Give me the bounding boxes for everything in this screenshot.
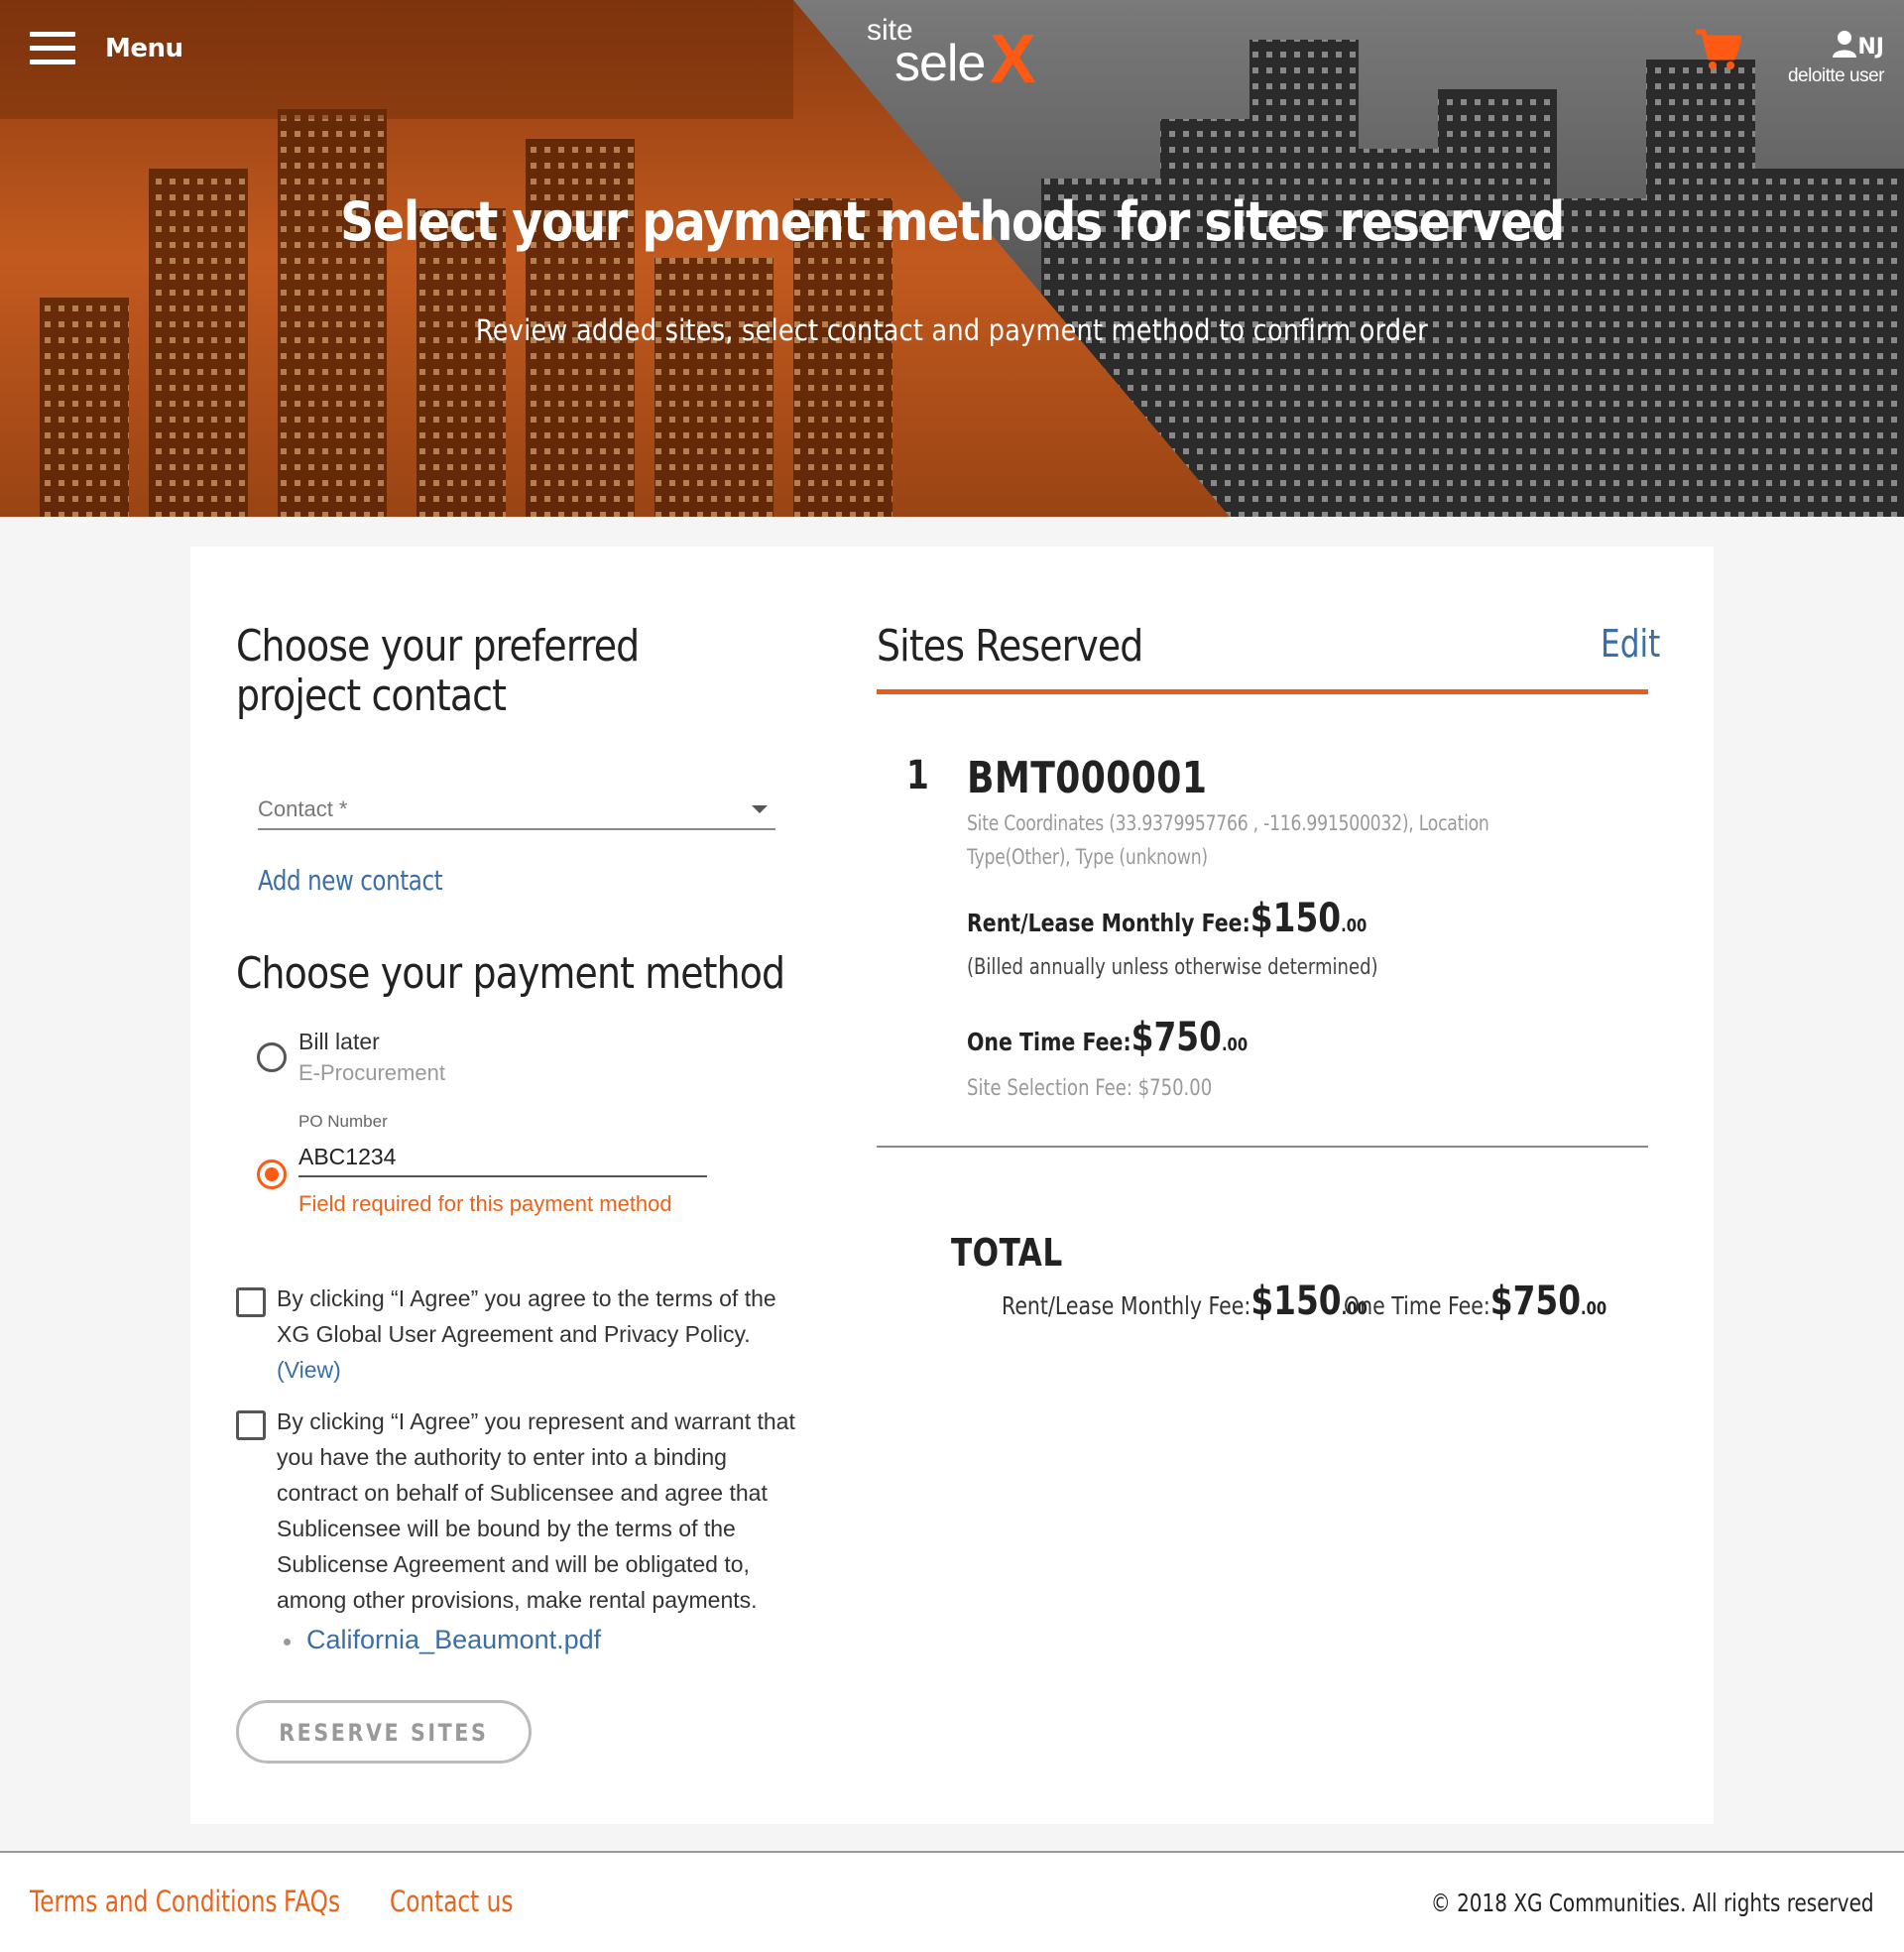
monthly-fee-label: Rent/Lease Monthly Fee: — [967, 909, 1250, 937]
add-new-contact-link[interactable]: Add new contact — [258, 864, 443, 897]
e-procurement-label: E-Procurement — [298, 1060, 445, 1085]
copyright-text: © 2018 XG Communities. All rights reserv… — [1431, 1889, 1874, 1917]
contact-heading: Choose your preferred project contact — [236, 621, 640, 721]
agree-sublicense-text: By clicking “I Agree” you represent and … — [277, 1408, 795, 1613]
po-number-radio[interactable] — [257, 1159, 287, 1189]
view-agreement-link[interactable]: (View) — [277, 1357, 341, 1383]
site-id: BMT000001 — [967, 753, 1208, 803]
reserve-sites-button[interactable]: RESERVE SITES — [236, 1700, 532, 1764]
onetime-fee-label: One Time Fee: — [967, 1028, 1131, 1056]
terms-link[interactable]: Terms and Conditions — [30, 1885, 278, 1918]
po-number-label: PO Number — [298, 1112, 388, 1131]
page-title: Select your payment methods for sites re… — [340, 190, 1565, 253]
contact-select-placeholder: Contact * — [258, 796, 348, 821]
logo-sele-text: sele — [894, 35, 986, 92]
logo-x-text: X — [990, 20, 1036, 97]
onetime-fee-cents: .00 — [1221, 1035, 1249, 1055]
agree-user-agreement-text: By clicking “I Agree” you agree to the t… — [277, 1281, 792, 1388]
sites-reserved-heading: Sites Reserved — [877, 621, 1143, 671]
contact-us-link[interactable]: Contact us — [390, 1885, 513, 1918]
monthly-fee-cents: .00 — [1341, 915, 1368, 936]
total-onetime-fee: One Time Fee:$750.00 — [1344, 1279, 1606, 1324]
total-monthly-amount: $150 — [1250, 1279, 1342, 1324]
total-onetime-label: One Time Fee: — [1344, 1291, 1490, 1320]
site-index: 1 — [906, 753, 929, 798]
site-divider — [877, 1146, 1648, 1148]
hero-banner: Menu site sele X NJ deloitte user Select… — [0, 0, 1904, 517]
shopping-cart-icon[interactable] — [1694, 28, 1741, 71]
user-account[interactable]: NJ deloitte user — [1775, 30, 1885, 87]
reserve-sites-label: RESERVE SITES — [279, 1719, 489, 1747]
total-monthly-label: Rent/Lease Monthly Fee: — [1002, 1291, 1251, 1320]
total-onetime-cents: .00 — [1581, 1298, 1607, 1319]
total-monthly-fee: Rent/Lease Monthly Fee:$150.00 — [1002, 1279, 1368, 1324]
heading-divider — [877, 689, 1648, 694]
user-name: deloitte user — [1787, 65, 1885, 86]
agree-sublicense-checkbox[interactable] — [236, 1410, 266, 1440]
footer: Terms and Conditions FAQs Contact us © 2… — [0, 1851, 1904, 1952]
payment-heading: Choose your payment method — [236, 948, 785, 999]
monthly-fee-note: (Billed annually unless otherwise determ… — [967, 955, 1378, 980]
user-icon — [1833, 31, 1857, 58]
user-initials: NJ — [1857, 35, 1884, 60]
bill-later-label: Bill later — [298, 1029, 380, 1054]
edit-sites-link[interactable]: Edit — [1601, 622, 1660, 666]
site-monthly-fee: Rent/Lease Monthly Fee:$150.00 — [967, 896, 1367, 941]
page-subtitle: Review added sites, select contact and p… — [475, 313, 1429, 347]
total-onetime-amount: $750 — [1489, 1279, 1582, 1324]
chevron-down-icon — [752, 805, 768, 813]
po-error-message: Field required for this payment method — [298, 1191, 672, 1216]
menu-hamburger-icon[interactable] — [30, 32, 75, 67]
contact-select[interactable]: Contact * — [258, 789, 775, 830]
faqs-link[interactable]: FAQs — [284, 1885, 340, 1918]
checkout-card: Choose your preferred project contact Co… — [190, 547, 1714, 1824]
site-details: Site Coordinates (33.9379957766 , -116.9… — [967, 811, 1489, 869]
onetime-fee-amount: $750 — [1130, 1015, 1222, 1060]
site-onetime-fee: One Time Fee:$750.00 — [967, 1015, 1248, 1060]
bullet-dot — [284, 1639, 291, 1646]
po-number-input[interactable] — [298, 1138, 707, 1177]
monthly-fee-amount: $150 — [1250, 896, 1342, 941]
onetime-fee-note: Site Selection Fee: $750.00 — [967, 1076, 1213, 1101]
agree-user-agreement-checkbox[interactable] — [236, 1287, 266, 1317]
agree-user-agreement-label: By clicking “I Agree” you agree to the t… — [277, 1285, 776, 1347]
bill-later-radio[interactable] — [257, 1042, 287, 1072]
menu-label[interactable]: Menu — [105, 34, 183, 63]
siteselex-logo[interactable]: site sele X — [865, 14, 1043, 93]
california-beaumont-pdf-link[interactable]: California_Beaumont.pdf — [306, 1625, 601, 1655]
total-label: TOTAL — [951, 1231, 1063, 1275]
